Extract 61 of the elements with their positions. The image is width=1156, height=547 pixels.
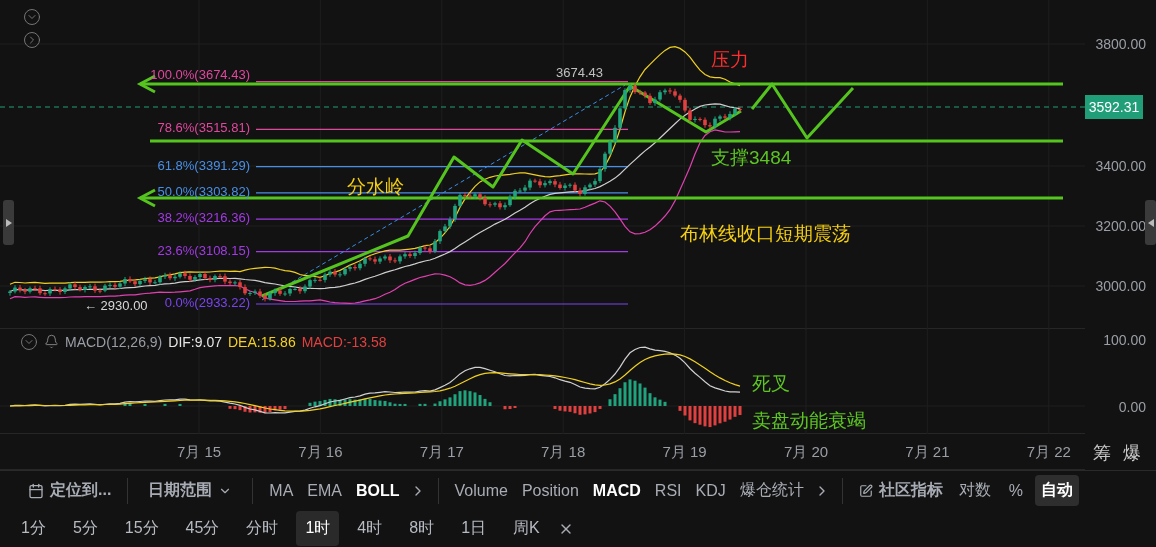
chart-annotation: 分水岭 [347,177,404,198]
current-price-badge: 3592.31 [1085,95,1143,119]
date-label: 7月 21 [905,443,950,463]
fib-level-label: 78.6%(3515.81) [157,121,250,136]
indicator-tab[interactable]: KDJ [691,477,730,504]
date-range-dropdown[interactable]: 日期范围 [140,476,241,506]
interval-tab[interactable]: 1时 [296,511,340,547]
price-tick: 3800.00 [1095,36,1146,52]
indicator-title: MACD(12,26,9) [65,333,163,350]
fib-level-label: 0.0%(2933.22) [164,296,250,311]
date-label: 7月 20 [783,443,829,463]
interval-tab[interactable]: 1分 [12,511,55,547]
price-tick: 3400.00 [1095,158,1146,174]
date-label: 7月 19 [662,443,707,463]
macd-tick: 0.00 [1118,399,1146,415]
locate-button[interactable]: 定位到... [24,476,116,506]
chart-annotation: 支撑3484 [711,148,792,169]
date-label: 7月 16 [298,443,343,463]
chart-annotation: 卖盘动能衰竭 [752,410,866,432]
price-tick: 3200.00 [1095,218,1146,234]
interval-tab[interactable]: 45分 [176,511,229,547]
date-label: 7月 22 [1026,443,1071,463]
price-tick: 3000.00 [1095,278,1146,294]
indicator-tab[interactable]: BOLL [352,477,404,504]
indicator-tab[interactable]: 爆仓统计 [735,476,808,506]
interval-tab[interactable]: 8时 [400,511,444,547]
indicator-tab[interactable]: MA [265,477,298,504]
macd-tick: 100.00 [1103,332,1146,348]
dif-value: DIF:9.07 [168,333,222,350]
indicator-tab[interactable]: Volume [450,477,512,504]
fib-level-label: 50.0%(3303.82) [157,184,250,200]
macd-value: MACD:-13.58 [301,333,387,350]
interval-tab[interactable]: 1日 [452,511,496,547]
fib-level-label: 38.2%(3216.36) [157,211,250,226]
interval-tab[interactable]: 周K [504,511,549,547]
interval-tab[interactable]: 5分 [63,511,107,547]
indicator-tab[interactable]: MACD [588,477,645,504]
scale-option[interactable]: 对数 [952,475,997,507]
high-price-label: 3674.43 [556,66,603,81]
chart-annotation: 死叉 [752,373,790,395]
dea-value: DEA:15.86 [227,333,296,350]
community-indicators-button[interactable]: 社区指标 [854,476,947,506]
date-label: 7月 17 [419,443,464,463]
interval-tab[interactable]: 分时 [237,511,288,547]
interval-tab[interactable]: 15分 [115,511,168,547]
scale-option[interactable]: % [1002,476,1029,505]
chart-annotation: 压力 [711,50,749,71]
indicator-tab[interactable]: RSI [650,477,686,504]
low-price-label: ← 2930.00 [84,299,148,314]
chart-annotation: 布林线收口短期震荡 [680,224,851,245]
indicator-tab[interactable]: Position [517,477,583,504]
indicator-tab[interactable]: EMA [303,477,346,504]
fib-level-label: 61.8%(3391.29) [157,158,250,173]
date-label: 7月 18 [541,443,586,463]
date-label: 7月 15 [176,443,222,463]
scale-option[interactable]: 自动 [1035,475,1079,507]
side-tab[interactable]: 爆 [1123,440,1141,465]
fib-level-label: 100.0%(3674.43) [150,67,250,82]
side-tab[interactable]: 筹 [1093,440,1111,465]
fib-level-label: 23.6%(3108.15) [157,243,250,258]
interval-tab[interactable]: 4时 [348,511,392,547]
